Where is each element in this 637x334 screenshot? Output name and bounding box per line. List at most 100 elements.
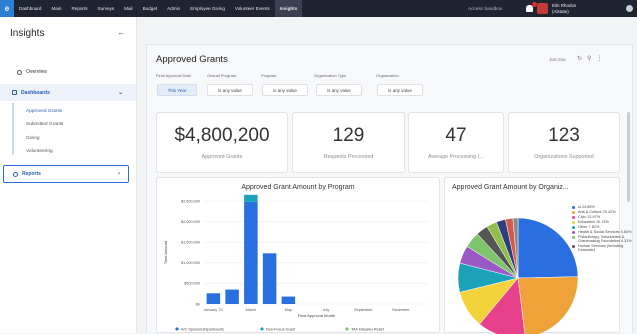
filter-program[interactable]: is any value: [262, 84, 308, 96]
sidebar-subitem-submitted-grants[interactable]: Submitted Grants: [26, 122, 63, 127]
reports-icon: [13, 171, 18, 177]
nav-item-volunteer-events[interactable]: Volunteer Events: [230, 0, 275, 17]
sidebar-item-label: Overview: [26, 69, 47, 75]
x-tick-label: January '21: [204, 308, 224, 312]
nav-item-reports[interactable]: Reports: [66, 0, 92, 17]
y-tick-label: $2,500,000: [181, 199, 200, 203]
sidebar-item-label: Dashboards: [21, 89, 50, 96]
kpi-average-processing: 47 Average Processing (...: [408, 112, 504, 173]
nav-item-budget[interactable]: Budget: [138, 0, 163, 17]
user-org: (Alstate): [552, 8, 569, 14]
filter-organization-type[interactable]: is any value: [316, 84, 362, 96]
user-name: Elin Rhodus: [552, 3, 577, 8]
avatar[interactable]: [537, 3, 548, 14]
legend-label: Non-Focus Grant: [266, 327, 296, 331]
legend-swatch: [572, 220, 575, 224]
nav-item-admin[interactable]: Admin: [162, 0, 185, 17]
legend-swatch: [572, 244, 575, 248]
pie-slice[interactable]: [517, 217, 579, 279]
dashboards-icon: [12, 90, 17, 95]
sidebar-item-reports[interactable]: Reports ›: [3, 165, 129, 183]
y-tick-label: $1,500,000: [181, 241, 200, 245]
sidebar-item-dashboards[interactable]: Dashboards ⌄: [0, 84, 136, 101]
page-title: Approved Grants: [156, 54, 228, 65]
filter-organization[interactable]: is any value: [377, 84, 423, 96]
subnav-indicator: [12, 103, 14, 155]
bar[interactable]: [225, 289, 239, 304]
legend-swatch: [175, 327, 179, 331]
kpi-label: Organizations Supported: [534, 154, 594, 160]
y-tick-label: $2,000,000: [181, 220, 200, 224]
legend-label: ui 24.65%: [578, 205, 595, 209]
legend-item: Human Services (including Domestic): [572, 244, 637, 253]
legend-label: Human Services (including Domestic): [578, 244, 624, 253]
legend-label: TAF Disaster Relief: [351, 327, 385, 331]
bar[interactable]: [281, 296, 296, 304]
sidebar-title: Insights: [10, 28, 45, 39]
access-sandbox-link[interactable]: Access Sandbox: [468, 0, 502, 17]
legend-swatch: [572, 210, 575, 214]
collapse-sidebar-icon[interactable]: ←: [117, 27, 126, 37]
nav-item-main[interactable]: Main: [46, 0, 66, 17]
kpi-value: 123: [548, 125, 580, 146]
legend-label: Philanthropy, Voluntarism & Grantmaking …: [578, 234, 632, 244]
x-tick-label: November: [392, 308, 410, 312]
pie-chart-card: Approved Grant Amount by Organiz...: [444, 177, 620, 334]
pie-legend: ui 24.65% Arts & Culture 23.42% Civic 12.9…: [572, 205, 637, 253]
app-logo[interactable]: e: [0, 0, 14, 17]
sidebar-subitem-volunteering[interactable]: Volunteering: [26, 149, 53, 154]
bar[interactable]: [244, 201, 258, 304]
bar-chart: $0 $500,000 $1,000,000 $1,500,000 $2,000,000…: [163, 194, 429, 331]
legend-swatch: [260, 327, 264, 331]
sidebar-item-label: Reports: [22, 171, 41, 177]
main-nav: Dashboard Main Reports Surveys Mail Budget Adm…: [14, 0, 303, 17]
kpi-label: Average Processing (...: [428, 154, 484, 160]
scrollbar[interactable]: [627, 112, 630, 202]
nav-item-surveys[interactable]: Surveys: [93, 0, 120, 17]
filter-label: Organization: [376, 73, 399, 78]
filter-label: Final Approval Date: [156, 73, 191, 78]
kpi-label: Approved Grants: [201, 154, 243, 160]
legend-swatch: [572, 230, 575, 234]
overview-icon: [17, 69, 22, 75]
nav-item-mail[interactable]: Mail: [119, 0, 137, 17]
sidebar-subitem-giving[interactable]: Giving: [26, 136, 40, 141]
legend-swatch: [572, 205, 575, 209]
y-tick-label: $1,000,000: [181, 261, 200, 265]
y-tick-label: $500,000: [184, 282, 200, 286]
sidebar-item-overview[interactable]: Overview: [0, 66, 136, 78]
nav-item-dashboard[interactable]: Dashboard: [14, 0, 46, 17]
last-updated: Just now: [549, 57, 566, 62]
legend-item: ui 24.65%: [572, 205, 637, 209]
x-tick-label: September: [354, 308, 373, 312]
legend-item: Health & Social Services 4.84%: [572, 230, 637, 234]
legend-swatch: [572, 215, 575, 219]
filter-overall-program[interactable]: is any value: [207, 84, 253, 96]
chevron-down-icon: ⌄: [118, 90, 124, 96]
pie-chart: [457, 217, 579, 334]
bar[interactable]: [244, 194, 258, 202]
legend-item: Other 7.81%: [572, 225, 637, 229]
kpi-approved-grants: $4,800,200 Approved Grants: [156, 112, 288, 173]
bar-chart-card: Approved Grant Amount by Program $0 $500,…: [156, 177, 440, 333]
legend-label: Other 7.81%: [578, 224, 600, 229]
legend-label: A/C Sponsorships/Events: [181, 327, 224, 331]
bar[interactable]: [262, 253, 277, 304]
legend-label: Civic 12.97%: [578, 214, 601, 219]
legend-label: Arts & Culture 23.42%: [578, 209, 616, 214]
x-tick-label: July: [322, 308, 329, 312]
kpi-requests-processed: 129 Requests Processed: [292, 112, 405, 173]
filter-final-approval-date[interactable]: This Year: [157, 84, 197, 96]
refresh-icon[interactable]: ↻: [577, 56, 587, 62]
sidebar-subitem-approved-grants[interactable]: Approved Grants: [26, 109, 62, 114]
help-icon[interactable]: [626, 5, 633, 12]
pie-slice[interactable]: [517, 276, 579, 334]
user-menu[interactable]: Elin Rhodus (Alstate): [552, 3, 576, 14]
kpi-value: $4,800,200: [174, 125, 270, 146]
legend-item: Civic 12.97%: [572, 215, 637, 219]
nav-item-insights[interactable]: Insights: [274, 0, 303, 17]
nav-item-employee-giving[interactable]: Employee Giving: [185, 0, 230, 17]
bar[interactable]: [206, 293, 221, 304]
more-icon[interactable]: ⋮: [596, 56, 607, 62]
dashboard-actions: ↻⚲⋮: [577, 55, 607, 62]
